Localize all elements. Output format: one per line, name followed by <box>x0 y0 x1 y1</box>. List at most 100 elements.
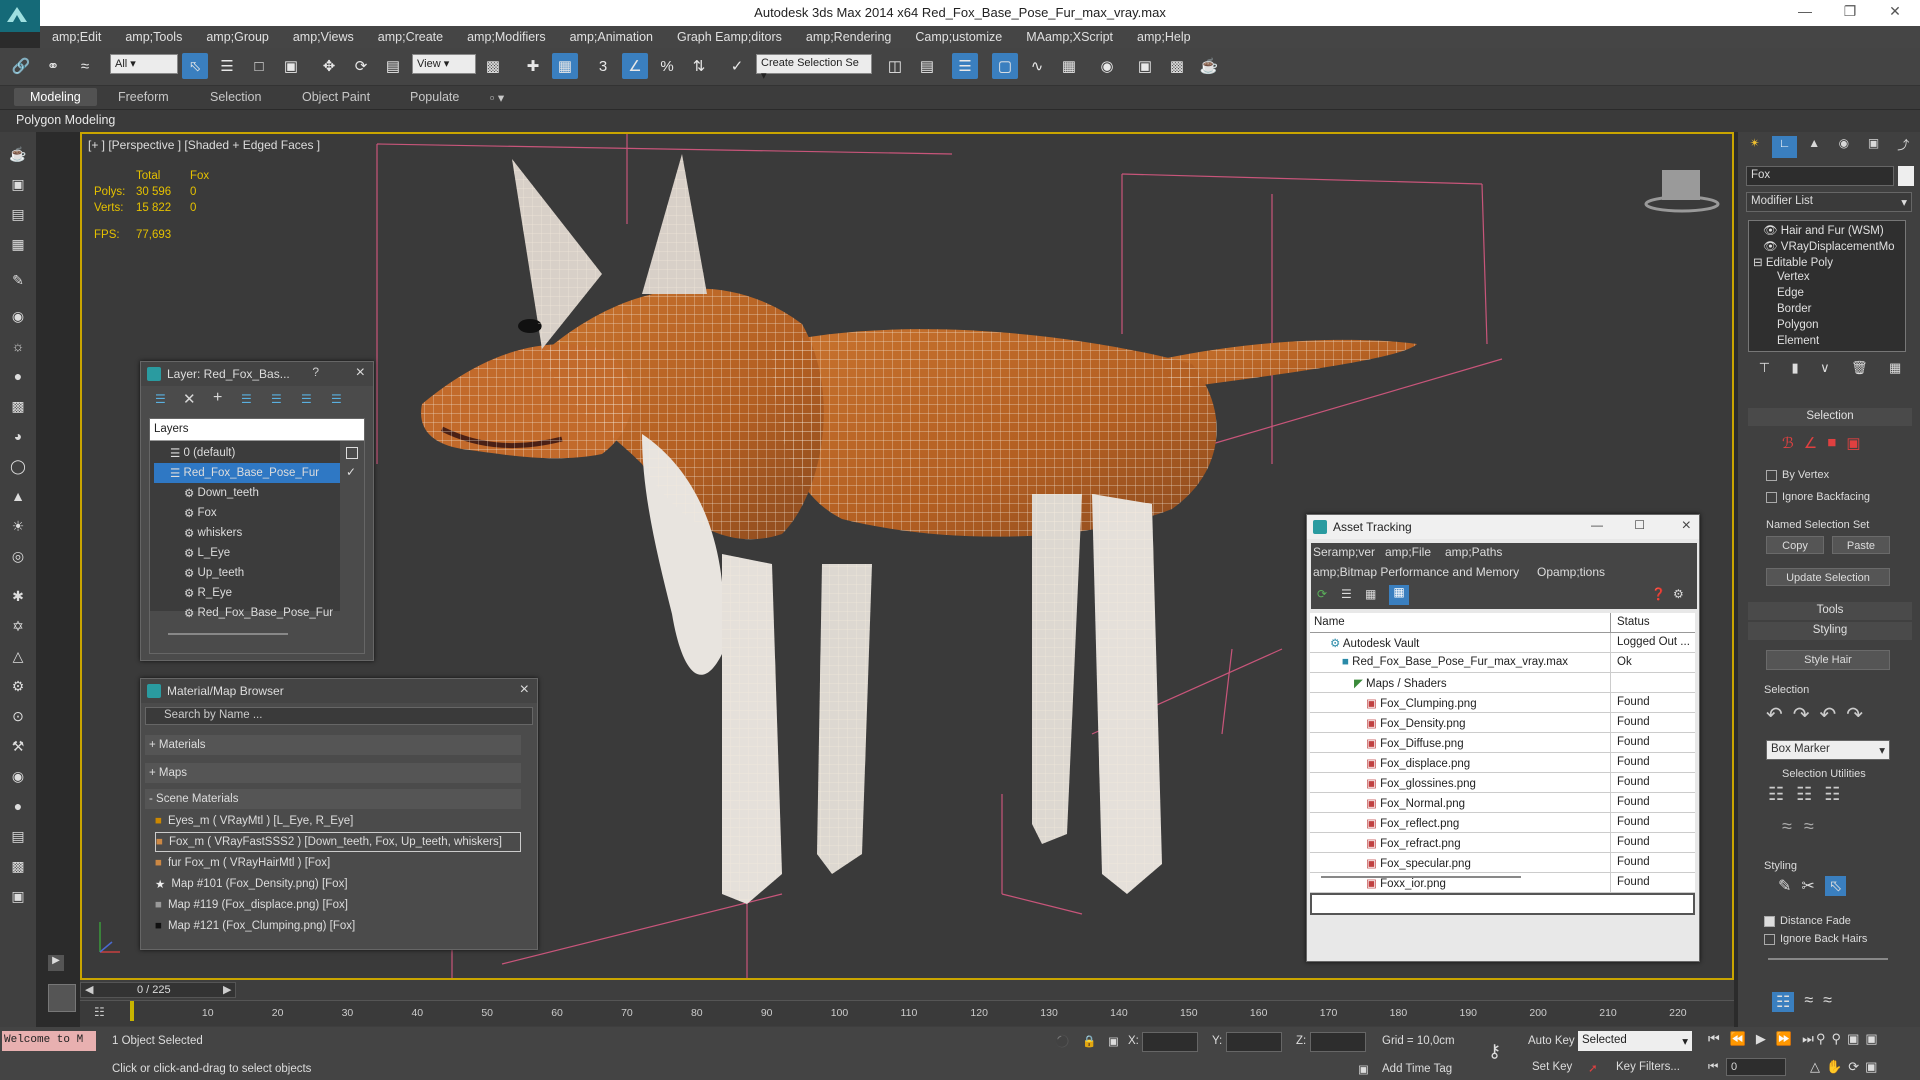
layer-object-red-fox-base[interactable]: ⚙ Red_Fox_Base_Pose_Fur <box>184 603 333 623</box>
selection-filter-dropdown[interactable]: All ▾ <box>110 54 178 74</box>
key-filter-icon[interactable]: ➚ <box>1588 1061 1598 1075</box>
stack-border[interactable]: Border <box>1777 303 1812 315</box>
materials-group[interactable]: + Materials <box>145 735 521 755</box>
help-icon[interactable]: ? <box>312 365 319 379</box>
close-asset-tracking-icon[interactable]: × <box>1682 517 1691 535</box>
stack-vray-displacement[interactable]: 👁 VRayDisplacementMo <box>1763 239 1895 253</box>
tab-object-paint[interactable]: Object Paint <box>302 90 370 104</box>
zoom-all-icon[interactable]: ⚲ <box>1832 1031 1842 1047</box>
rig-icon[interactable]: ⚒ <box>7 738 29 758</box>
mirror-icon[interactable]: ◫ <box>882 53 908 79</box>
percent-snap-icon[interactable]: % <box>654 53 680 79</box>
select-whole-icon[interactable]: ↷ <box>1793 702 1810 727</box>
keyboard-shortcut-icon[interactable]: ▦ <box>552 53 578 79</box>
brush-size-slider[interactable] <box>1768 958 1888 960</box>
make-unique-icon[interactable]: ∨ <box>1820 360 1830 378</box>
hide-all-icon[interactable]: ☰ <box>301 392 312 406</box>
hair-select-icon[interactable]: ℬ <box>1782 434 1794 452</box>
tab-freeform[interactable]: Freeform <box>118 90 169 104</box>
camera-icon[interactable]: ◉ <box>7 308 29 328</box>
help-asset-icon[interactable]: ❓ <box>1651 587 1666 601</box>
current-layer-checkbox[interactable] <box>346 447 358 459</box>
gear-icon[interactable]: ⚙ <box>7 678 29 698</box>
asset-row[interactable]: ■ Red_Fox_Base_Pose_Fur_max_vray.max Ok <box>1310 653 1695 673</box>
perspective-viewport[interactable]: [+ ] [Perspective ] [Shaded + Edged Face… <box>80 132 1734 980</box>
material-search-input[interactable]: Search by Name ... <box>145 707 533 725</box>
hair-cut-icon[interactable]: ✂ <box>1801 876 1814 896</box>
unlink-icon[interactable]: ⚭ <box>40 53 66 79</box>
menu-bitmap-performance[interactable]: amp;Bitmap Performance and Memory <box>1313 565 1519 579</box>
show-end-result-icon[interactable]: ▮ <box>1791 360 1798 378</box>
menu-modifiers[interactable]: amp;Modifiers <box>455 30 558 44</box>
refresh-icon[interactable]: ⟳ <box>1317 587 1327 601</box>
asset-scrollbar[interactable] <box>1321 876 1521 878</box>
new-layer-icon[interactable]: ☰ <box>155 392 166 406</box>
tools4-icon[interactable]: ▣ <box>7 888 29 908</box>
key-filters-button[interactable]: Key Filters... <box>1616 1061 1680 1073</box>
layer-object-whiskers[interactable]: ⚙ whiskers <box>184 523 242 543</box>
key-mode-dropdown[interactable]: Selected ▾ <box>1578 1031 1692 1051</box>
sphere-icon[interactable]: ● <box>7 368 29 388</box>
time-slider-left-icon[interactable]: ◀ <box>85 983 93 996</box>
absolute-mode-icon[interactable]: ▣ <box>1108 1034 1119 1048</box>
orbit-icon[interactable]: ⟳ <box>1848 1059 1859 1075</box>
rotate-icon[interactable]: ⟳ <box>348 53 374 79</box>
expand-arrow-icon[interactable]: ▶ <box>48 955 64 971</box>
rendered-frame-icon[interactable]: ▩ <box>1164 53 1190 79</box>
invert-selection-icon[interactable]: ☷ <box>1768 784 1784 805</box>
tools3-icon[interactable]: ▩ <box>7 858 29 878</box>
scene-materials-group[interactable]: - Scene Materials <box>145 789 521 809</box>
tab-populate[interactable]: Populate <box>410 90 459 104</box>
motion-tab-icon[interactable]: ◉ <box>1831 136 1857 158</box>
delete-layer-icon[interactable]: ✕ <box>183 390 196 408</box>
next-frame-icon[interactable]: ⏩ <box>1776 1031 1792 1047</box>
maximize-asset-icon[interactable]: ☐ <box>1634 518 1645 532</box>
settings-asset-icon[interactable]: ⚙ <box>1673 587 1684 601</box>
menu-views[interactable]: amp;Views <box>281 30 366 44</box>
close-icon[interactable]: ✕ <box>1880 3 1910 20</box>
asset-row[interactable]: ▣ Fox_refract.png Found <box>1310 833 1695 853</box>
select-object-icon[interactable]: ⬁ <box>182 53 208 79</box>
y-coordinate-input[interactable] <box>1226 1032 1282 1052</box>
stack-edge[interactable]: Edge <box>1777 287 1804 299</box>
freeze-all-icon[interactable]: ☰ <box>331 392 342 406</box>
render-setup-icon[interactable]: ▣ <box>1132 53 1158 79</box>
select-layer-objects-icon[interactable]: ☰ <box>241 392 252 406</box>
paint-icon[interactable]: ✎ <box>7 272 29 292</box>
copy-button[interactable]: Copy <box>1766 536 1824 554</box>
field-of-view-icon[interactable]: △ <box>1810 1059 1820 1075</box>
menu-animation[interactable]: amp;Animation <box>558 30 665 44</box>
tree-view-icon[interactable]: ▦ <box>1365 587 1376 601</box>
snaps-toggle-icon[interactable]: 3 <box>590 53 616 79</box>
menu-graph-editors[interactable]: Graph Eamp;ditors <box>665 30 794 44</box>
display-tab-icon[interactable]: ▣ <box>1861 136 1887 158</box>
guide-select-icon[interactable]: ∠ <box>1804 434 1817 452</box>
reference-coord-dropdown[interactable]: View ▾ <box>412 54 476 74</box>
menu-tools[interactable]: amp;Tools <box>113 30 194 44</box>
spheres-icon[interactable]: ◎ <box>7 548 29 568</box>
remove-modifier-icon[interactable]: 🗑 <box>1851 360 1868 378</box>
align-icon[interactable]: ▤ <box>914 53 940 79</box>
restore-icon[interactable]: ❐ <box>1835 3 1865 20</box>
render-production-icon[interactable]: ☕ <box>1196 53 1222 79</box>
asset-row[interactable]: ◤ Maps / Shaders <box>1310 673 1695 693</box>
time-slider-right-icon[interactable]: ▶ <box>223 983 231 996</box>
hide-selected-icon[interactable]: ≈ <box>1782 816 1792 837</box>
grid-icon[interactable]: ▦ <box>7 236 29 256</box>
select-brush-icon[interactable]: ⬁ <box>1824 876 1847 896</box>
select-root-icon[interactable]: ↶ <box>1820 702 1837 727</box>
z-coordinate-input[interactable] <box>1310 1032 1366 1052</box>
menu-group[interactable]: amp;Group <box>194 30 281 44</box>
time-tag-icon[interactable]: ▣ <box>1358 1062 1369 1076</box>
asset-row[interactable]: ▣ Fox_Diffuse.png Found <box>1310 733 1695 753</box>
curve-editor-icon[interactable]: ∿ <box>1024 53 1050 79</box>
sphere2-icon[interactable]: ● <box>7 798 29 818</box>
tab-selection[interactable]: Selection <box>210 90 261 104</box>
styling-rollout[interactable]: Styling <box>1748 622 1912 640</box>
menu-maxscript[interactable]: MAamp;XScript <box>1014 30 1125 44</box>
spinner-snap-icon[interactable]: ⇅ <box>686 53 712 79</box>
dome-icon[interactable]: ◕ <box>7 428 29 448</box>
current-frame-marker[interactable] <box>130 1001 134 1021</box>
torus-icon[interactable]: ◯ <box>7 458 29 478</box>
create-tab-icon[interactable]: ✴ <box>1742 136 1768 158</box>
